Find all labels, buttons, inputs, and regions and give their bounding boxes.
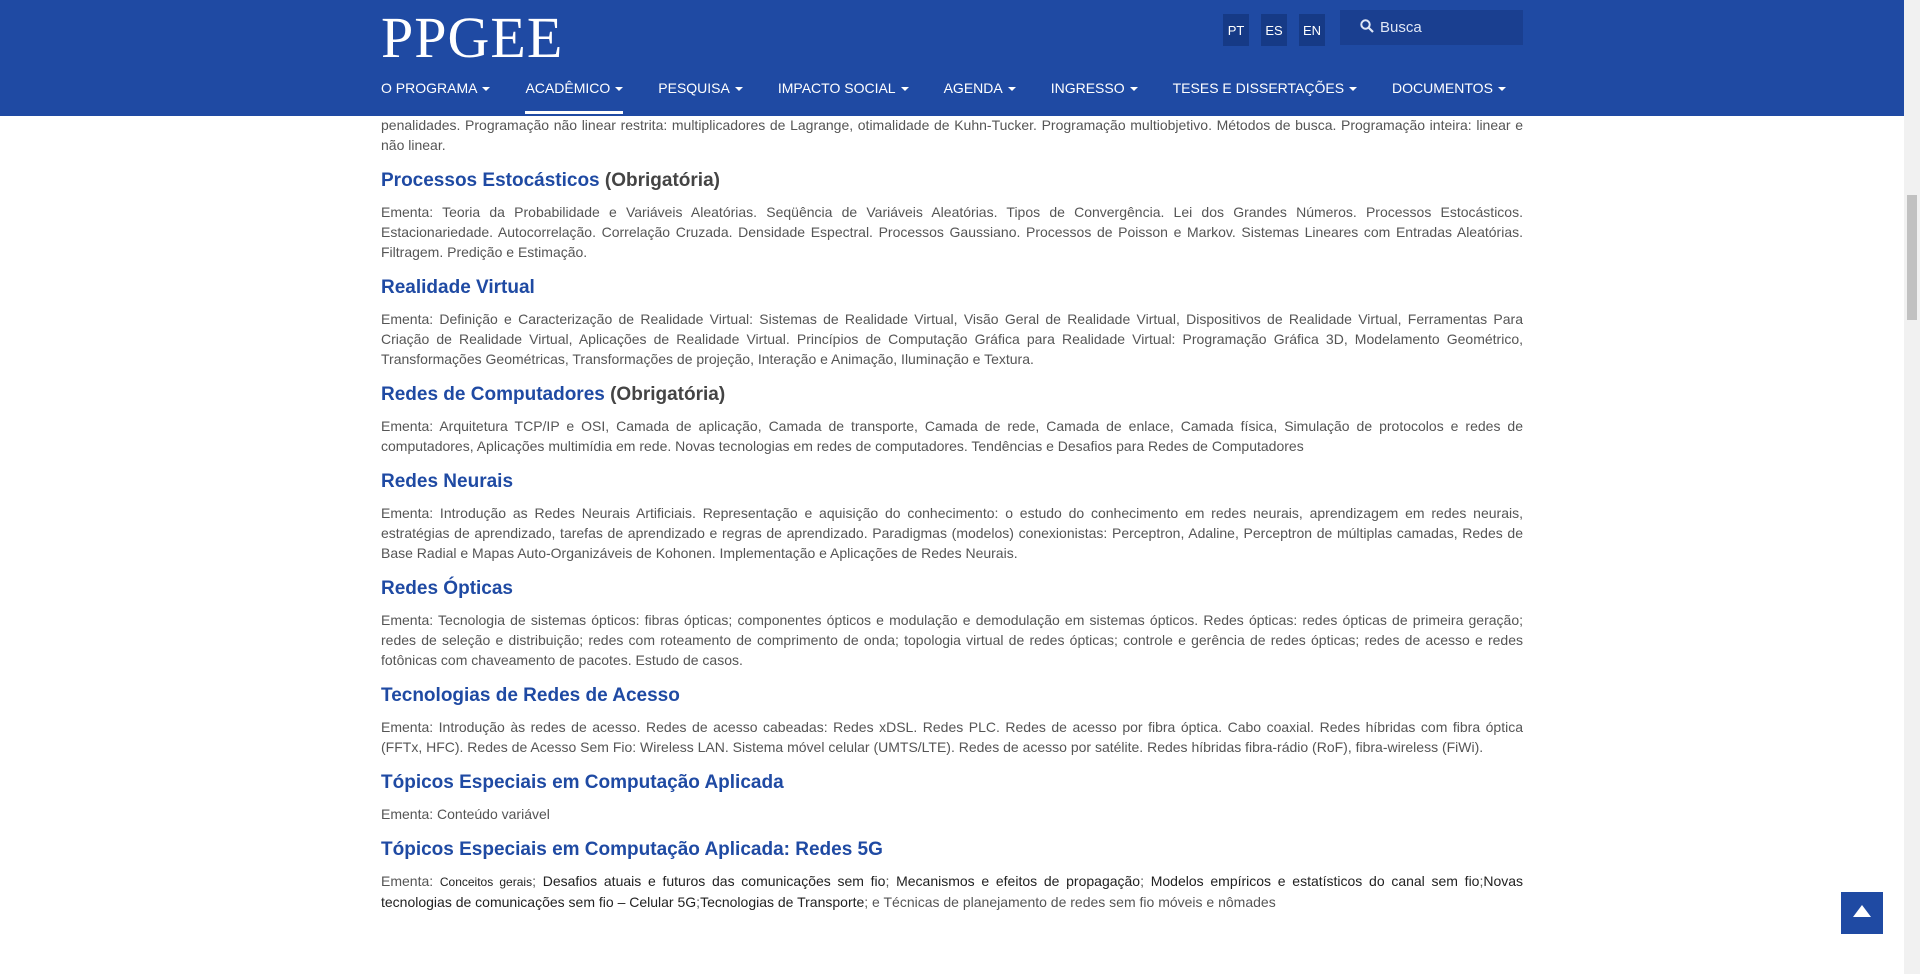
course-title: Tópicos Especiais em Computação Aplicada [381,772,784,793]
caret-down-icon [1349,87,1358,92]
nav-o-programa[interactable]: O PROGRAMA [381,79,491,115]
course-title: Realidade Virtual [381,277,535,298]
course-list: penalidades. Programação não linear rest… [381,116,1523,912]
nav-agenda[interactable]: AGENDA [944,79,1016,115]
course-item: Redes Ópticas Ementa: Tecnologia de sist… [381,577,1523,670]
intro-text: penalidades. Programação não linear rest… [381,117,1523,153]
site-header: PPGEE PT ES EN Busca O PROGRAMA ACADÊMIC… [0,0,1904,116]
lang-en-button[interactable]: EN [1299,14,1325,46]
nav-pesquisa[interactable]: PESQUISA [658,79,743,115]
site-logo[interactable]: PPGEE [381,4,563,71]
course-item: Processos Estocásticos (Obrigatória) Eme… [381,169,1523,262]
nav-academico[interactable]: ACADÊMICO [525,79,624,115]
course-description: Ementa: Conceitos gerais; Desafios atuai… [381,873,1524,910]
course-title: Tecnologias de Redes de Acesso [381,685,680,706]
page-scrollbar[interactable] [1904,0,1920,974]
course-description: Ementa: Conteúdo variável [381,806,550,822]
course-description: Ementa: Introdução às redes de acesso. R… [381,719,1523,755]
course-title: Redes Ópticas [381,578,513,599]
nav-teses-dissertacoes[interactable]: TESES E DISSERTAÇÕES [1173,79,1358,115]
course-item: Redes Neurais Ementa: Introdução as Rede… [381,470,1523,563]
nav-documentos[interactable]: DOCUMENTOS [1392,79,1506,115]
course-title: Processos Estocásticos (Obrigatória) [381,170,720,191]
course-description: Ementa: Definição e Caracterização de Re… [381,311,1523,367]
course-description: Ementa: Teoria da Probabilidade e Variáv… [381,204,1523,260]
course-title: Tópicos Especiais em Computação Aplicada… [381,839,883,860]
course-description: Ementa: Tecnologia de sistemas ópticos: … [381,612,1523,668]
course-item: Tecnologias de Redes de Acesso Ementa: I… [381,684,1523,757]
caret-down-icon [615,87,624,92]
lang-pt-button[interactable]: PT [1223,14,1249,46]
caret-down-icon [1497,87,1506,92]
lang-es-button[interactable]: ES [1261,14,1287,46]
scrollbar-thumb[interactable] [1907,195,1917,320]
main-nav: O PROGRAMA ACADÊMICO PESQUISA IMPACTO SO… [381,79,1541,115]
back-to-top-button[interactable] [1841,892,1883,934]
search-icon [1360,18,1380,37]
course-item: Realidade Virtual Ementa: Definição e Ca… [381,276,1523,369]
caret-down-icon [734,87,743,92]
nav-ingresso[interactable]: INGRESSO [1051,79,1138,115]
arrow-up-icon [1853,904,1871,922]
course-description: Ementa: Arquitetura TCP/IP e OSI, Camada… [381,418,1523,454]
caret-down-icon [1007,87,1016,92]
course-item: Redes de Computadores (Obrigatória) Emen… [381,383,1523,456]
caret-down-icon [900,87,909,92]
course-item: Tópicos Especiais em Computação Aplicada… [381,838,1523,912]
nav-impacto-social[interactable]: IMPACTO SOCIAL [778,79,909,115]
course-title: Redes de Computadores (Obrigatória) [381,384,726,405]
search-placeholder: Busca [1380,19,1422,36]
caret-down-icon [482,87,491,92]
course-description: Ementa: Introdução as Redes Neurais Arti… [381,505,1523,561]
search-input[interactable]: Busca [1340,10,1523,45]
course-title: Redes Neurais [381,471,514,492]
caret-down-icon [1129,87,1138,92]
course-item: Tópicos Especiais em Computação Aplicada… [381,771,1523,824]
